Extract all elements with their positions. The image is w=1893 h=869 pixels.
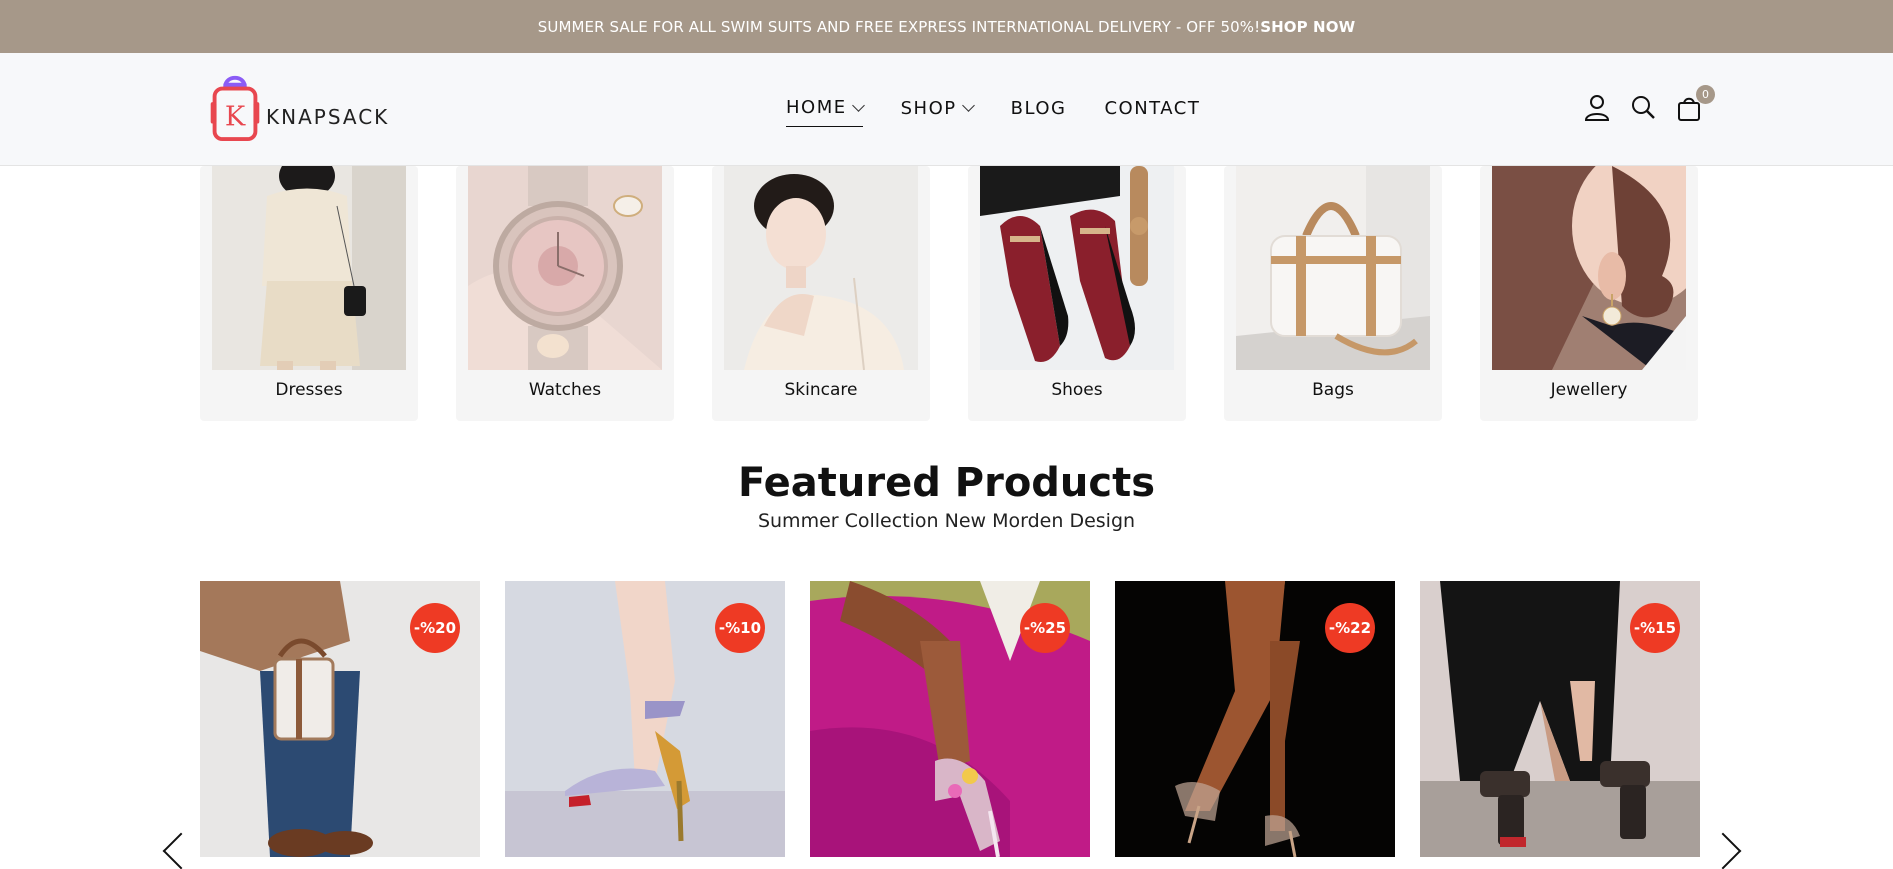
product-card[interactable]: -%15 [1420,581,1700,857]
category-card-jewellery[interactable]: Jewellery [1480,166,1698,421]
category-image [212,166,406,370]
nav-blog[interactable]: BLOG [1011,97,1067,127]
nav-contact-label: CONTACT [1104,97,1201,119]
category-card-dresses[interactable]: Dresses [200,166,418,421]
search-icon [1632,96,1655,119]
category-label: Skincare [784,380,858,400]
nav-blog-label: BLOG [1010,97,1067,119]
product-card[interactable]: -%20 [200,581,480,857]
search-button[interactable] [1631,95,1655,121]
nav-contact[interactable]: CONTACT [1104,97,1200,127]
chevron-down-icon [961,99,975,112]
nav-home[interactable]: HOME [786,97,865,127]
chevron-down-icon [851,98,865,112]
shop-now-link[interactable]: SHOP NOW [1260,18,1355,36]
category-label: Watches [528,380,602,400]
category-card-skincare[interactable]: Skincare [712,166,930,421]
cart-count-badge: 0 [1696,85,1715,104]
header-actions: 0 [1584,85,1715,121]
account-button[interactable] [1584,95,1610,121]
site-header: K KNAPSACK HOME SHOP BLOG CONTACT 0 [0,53,1893,166]
category-card-watches[interactable]: Watches [456,166,674,421]
discount-badge: -%20 [410,603,460,653]
category-image [1492,166,1686,370]
announcement-bar: SUMMER SALE FOR ALL SWIM SUITS AND FREE … [0,0,1893,53]
discount-badge: -%22 [1325,603,1375,653]
nav-shop-label: SHOP [900,97,957,119]
category-image [468,166,662,370]
product-carousel: -%20 -%10 -%25 -%22 -%15 [200,581,1700,857]
section-subtitle: Summer Collection New Morden Design [757,510,1136,532]
category-label: Bags [1312,380,1354,400]
logo-bag-icon: K [210,75,260,142]
user-icon [1584,95,1610,121]
nav-home-label: HOME [786,97,847,118]
category-card-bags[interactable]: Bags [1224,166,1442,421]
cart-button[interactable]: 0 [1677,85,1715,121]
category-card-shoes[interactable]: Shoes [968,166,1186,421]
logo[interactable]: K KNAPSACK [210,73,389,143]
product-card[interactable]: -%25 [810,581,1090,857]
brand-name: KNAPSACK [266,105,390,129]
category-label: Shoes [1051,380,1103,400]
category-image [1236,166,1430,370]
discount-badge: -%10 [715,603,765,653]
carousel-next-arrow-icon[interactable] [1704,832,1742,869]
main-nav: HOME SHOP BLOG CONTACT [786,97,1200,127]
product-card[interactable]: -%22 [1115,581,1395,857]
carousel-prev-arrow-icon[interactable] [162,832,200,869]
discount-badge: -%25 [1020,603,1070,653]
product-card[interactable]: -%10 [505,581,785,857]
category-image [980,166,1174,370]
announcement-text: SUMMER SALE FOR ALL SWIM SUITS AND FREE … [537,17,1261,36]
category-image [724,166,918,370]
category-label: Jewellery [1550,380,1628,400]
logo-letter: K [225,102,246,133]
nav-shop[interactable]: SHOP [900,97,975,127]
discount-badge: -%15 [1630,603,1680,653]
section-title: Featured Products [737,460,1156,506]
category-label: Dresses [275,380,343,400]
category-row: Dresses Watches Skincare Shoes Bags Jewe… [200,166,1698,421]
